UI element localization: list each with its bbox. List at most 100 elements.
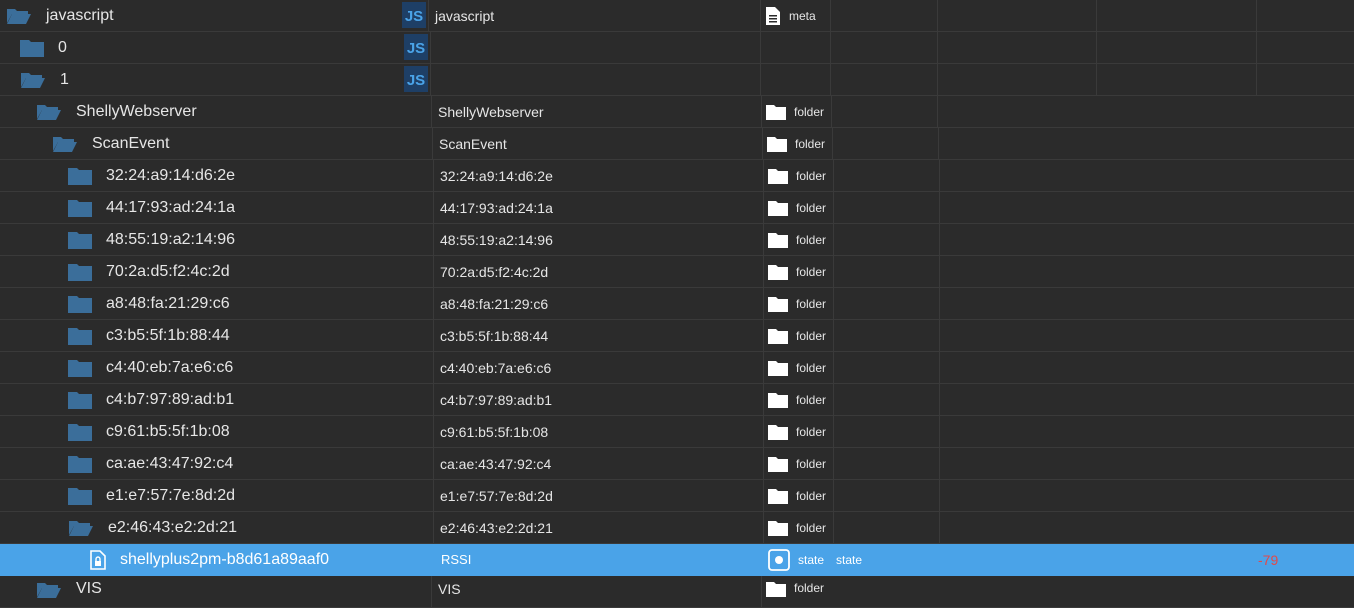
column-divider: [1256, 0, 1257, 31]
row-id-cell: ScanEvent: [432, 128, 507, 159]
tree-row[interactable]: ScanEvent ScanEvent folder: [0, 128, 1354, 160]
folder-white-icon: [768, 328, 788, 344]
row-type-cell: folder: [763, 352, 826, 383]
tree-row[interactable]: 44:17:93:ad:24:1a 44:17:93:ad:24:1a fold…: [0, 192, 1354, 224]
row-name-cell[interactable]: 70:2a:d5:f2:4c:2d: [0, 256, 230, 287]
svg-text:JS: JS: [407, 40, 425, 57]
column-divider: [830, 64, 831, 95]
column-divider: [1256, 32, 1257, 63]
folder-open-icon[interactable]: [36, 102, 62, 122]
folder-open-icon[interactable]: [36, 580, 62, 600]
state-icon: [768, 548, 790, 571]
row-id-cell: c4:40:eb:7a:e6:c6: [433, 352, 551, 383]
row-name-cell[interactable]: 32:24:a9:14:d6:2e: [0, 160, 235, 191]
folder-icon[interactable]: [68, 391, 92, 409]
column-divider: [937, 96, 938, 127]
row-name: javascript: [46, 6, 114, 24]
column-divider: [938, 128, 939, 159]
folder-icon[interactable]: [20, 39, 44, 57]
folder-icon[interactable]: [68, 455, 92, 473]
tree-row[interactable]: c4:40:eb:7a:e6:c6 c4:40:eb:7a:e6:c6 fold…: [0, 352, 1354, 384]
row-name-cell[interactable]: 0: [0, 32, 67, 63]
tree-row[interactable]: 32:24:a9:14:d6:2e 32:24:a9:14:d6:2e fold…: [0, 160, 1354, 192]
folder-open-icon[interactable]: [20, 70, 46, 90]
row-name-cell[interactable]: javascript: [0, 0, 114, 31]
row-type-cell: folder: [762, 128, 825, 159]
row-type: folder: [796, 360, 827, 375]
folder-icon[interactable]: [68, 487, 92, 505]
row-id-cell: 44:17:93:ad:24:1a: [433, 192, 553, 223]
folder-open-icon[interactable]: [52, 134, 78, 154]
row-name-cell[interactable]: ShellyWebserver: [0, 96, 197, 127]
tree-row[interactable]: ca:ae:43:47:92:c4 ca:ae:43:47:92:c4 fold…: [0, 448, 1354, 480]
row-type-cell: folder: [763, 288, 826, 319]
folder-icon[interactable]: [68, 167, 92, 185]
row-name-cell[interactable]: e2:46:43:e2:2d:21: [0, 512, 237, 543]
row-id-cell: ShellyWebserver: [431, 96, 544, 127]
column-divider: [939, 512, 940, 543]
row-type-cell: folder: [761, 576, 824, 607]
tree-row[interactable]: javascript JS javascript meta: [0, 0, 1354, 32]
folder-icon[interactable]: [68, 423, 92, 441]
tree-row[interactable]: 70:2a:d5:f2:4c:2d 70:2a:d5:f2:4c:2d fold…: [0, 256, 1354, 288]
row-name-cell[interactable]: shellyplus2pm-b8d61a89aaf0: [0, 544, 329, 575]
row-name-cell[interactable]: c4:40:eb:7a:e6:c6: [0, 352, 233, 383]
tree-row[interactable]: 0 JS: [0, 32, 1354, 64]
tree-row[interactable]: c9:61:b5:5f:1b:08 c9:61:b5:5f:1b:08 fold…: [0, 416, 1354, 448]
row-name-cell[interactable]: ScanEvent: [0, 128, 169, 159]
row-name-cell[interactable]: c9:61:b5:5f:1b:08: [0, 416, 230, 447]
state-file-icon[interactable]: [90, 549, 106, 570]
row-name: 48:55:19:a2:14:96: [106, 230, 236, 248]
tree-row[interactable]: 48:55:19:a2:14:96 48:55:19:a2:14:96 fold…: [0, 224, 1354, 256]
row-type: folder: [796, 424, 827, 439]
row-name-cell[interactable]: VIS: [0, 576, 102, 607]
row-name-cell[interactable]: 48:55:19:a2:14:96: [0, 224, 235, 255]
tree-row[interactable]: e1:e7:57:7e:8d:2d e1:e7:57:7e:8d:2d fold…: [0, 480, 1354, 512]
row-id-cell: RSSI: [435, 544, 471, 575]
row-id-cell: e2:46:43:e2:2d:21: [433, 512, 553, 543]
row-name-cell[interactable]: e1:e7:57:7e:8d:2d: [0, 480, 235, 511]
tree-row[interactable]: c4:b7:97:89:ad:b1 c4:b7:97:89:ad:b1 fold…: [0, 384, 1354, 416]
column-divider: [937, 0, 938, 31]
row-type: folder: [794, 581, 825, 595]
folder-icon[interactable]: [68, 327, 92, 345]
row-name-cell[interactable]: c4:b7:97:89:ad:b1: [0, 384, 234, 415]
folder-icon[interactable]: [68, 199, 92, 217]
row-name-cell[interactable]: a8:48:fa:21:29:c6: [0, 288, 230, 319]
row-id: VIS: [438, 581, 461, 597]
folder-open-icon[interactable]: [68, 518, 94, 538]
row-id-cell: 70:2a:d5:f2:4c:2d: [433, 256, 548, 287]
folder-white-icon: [767, 136, 787, 152]
row-type-cell: state: [764, 544, 824, 575]
row-name-cell[interactable]: ca:ae:43:47:92:c4: [0, 448, 233, 479]
folder-icon[interactable]: [68, 359, 92, 377]
row-name: shellyplus2pm-b8d61a89aaf0: [120, 550, 330, 568]
column-divider: [833, 320, 834, 351]
row-name-cell[interactable]: 44:17:93:ad:24:1a: [0, 192, 235, 223]
folder-white-icon: [768, 520, 788, 536]
column-divider: [939, 352, 940, 383]
tree-row[interactable]: VIS VIS folder: [0, 576, 1354, 608]
folder-open-icon[interactable]: [6, 6, 32, 26]
row-name-cell[interactable]: 1: [0, 64, 69, 95]
row-name-cell[interactable]: c3:b5:5f:1b:88:44: [0, 320, 230, 351]
javascript-icon: JS: [404, 34, 428, 65]
row-role-cell: state: [836, 544, 862, 575]
folder-icon[interactable]: [68, 263, 92, 281]
row-value-cell[interactable]: -79: [1258, 544, 1278, 575]
row-type: folder: [796, 168, 827, 183]
tree-row[interactable]: ShellyWebserver ShellyWebserver folder: [0, 96, 1354, 128]
tree-row[interactable]: 1 JS: [0, 64, 1354, 96]
tree-row[interactable]: e2:46:43:e2:2d:21 e2:46:43:e2:2d:21 fold…: [0, 512, 1354, 544]
folder-icon[interactable]: [68, 295, 92, 313]
column-divider: [760, 32, 761, 63]
row-role: state: [836, 552, 863, 567]
svg-text:JS: JS: [407, 72, 425, 89]
row-name: c4:40:eb:7a:e6:c6: [106, 358, 234, 376]
tree-row[interactable]: a8:48:fa:21:29:c6 a8:48:fa:21:29:c6 fold…: [0, 288, 1354, 320]
folder-icon[interactable]: [68, 231, 92, 249]
tree-row[interactable]: c3:b5:5f:1b:88:44 c3:b5:5f:1b:88:44 fold…: [0, 320, 1354, 352]
javascript-icon: JS: [402, 2, 426, 33]
tree-row-selected[interactable]: shellyplus2pm-b8d61a89aaf0 RSSI state st…: [0, 544, 1354, 576]
row-id-cell: a8:48:fa:21:29:c6: [433, 288, 548, 319]
